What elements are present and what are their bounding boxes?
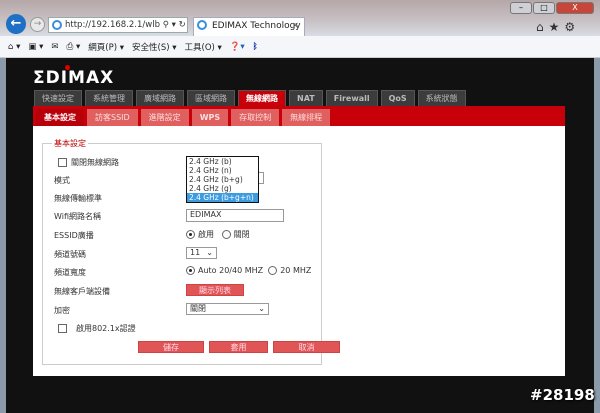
- subtab-wps[interactable]: WPS: [191, 109, 229, 126]
- address-bar[interactable]: http://192.168.2.1/wlb ⚲ ▾ ↻: [48, 17, 188, 33]
- minimize-button[interactable]: –: [510, 2, 532, 14]
- tab-nat[interactable]: NAT: [289, 90, 323, 106]
- edimax-logo: ΣDIMAX: [33, 65, 114, 88]
- standard-label: 無線傳輸標準: [54, 194, 102, 203]
- menu-safety[interactable]: 安全性(S) ▾: [132, 41, 177, 53]
- ie-icon: [197, 20, 207, 30]
- print-icon[interactable]: ⎙ ▾: [67, 42, 81, 52]
- gear-icon[interactable]: ⚙: [564, 20, 580, 34]
- tab-wan[interactable]: 廣域網路: [136, 90, 184, 106]
- option[interactable]: 2.4 GHz (b): [187, 157, 258, 166]
- main-nav: 快速設定 系統管理 廣域網路 區域網路 無線網路 NAT Firewall Qo…: [34, 90, 466, 107]
- maximize-button[interactable]: □: [533, 2, 555, 14]
- tab-system[interactable]: 系統管理: [85, 90, 133, 106]
- width-radio-group: Auto 20/40 MHZ 20 MHZ: [186, 266, 311, 275]
- bluetooth-icon[interactable]: ᛒ: [253, 42, 258, 52]
- menu-page[interactable]: 網頁(P) ▾: [88, 41, 124, 53]
- essid-radio-group: 啟用 關閉: [186, 229, 250, 240]
- chevron-down-icon: ⌄: [258, 304, 265, 313]
- search-icon[interactable]: ⚲ ▾ ↻: [163, 20, 186, 30]
- tab-qos[interactable]: QoS: [380, 90, 415, 106]
- subtab-schedule[interactable]: 無線排程: [282, 109, 331, 126]
- option[interactable]: 2.4 GHz (g): [187, 184, 258, 193]
- fieldset-legend: 基本設定: [52, 138, 88, 149]
- checkbox: [58, 324, 67, 333]
- option[interactable]: 2.4 GHz (b+g): [187, 175, 258, 184]
- save-button[interactable]: 儲存: [138, 341, 204, 353]
- back-button[interactable]: ←: [6, 14, 26, 34]
- show-list-button[interactable]: 顯示列表: [186, 284, 244, 296]
- menu-tools[interactable]: 工具(O) ▾: [185, 41, 222, 53]
- standard-dropdown-list[interactable]: 2.4 GHz (b) 2.4 GHz (n) 2.4 GHz (b+g) 2.…: [186, 156, 259, 203]
- width-auto-radio[interactable]: [186, 266, 195, 275]
- mode-label: 模式: [54, 176, 70, 185]
- sub-nav: 基本設定 訪客SSID 進階設定 WPS 存取控制 無線排程: [33, 106, 565, 126]
- close-tab-icon[interactable]: ×: [291, 18, 299, 35]
- option-selected[interactable]: 2.4 GHz (b+g+n): [187, 193, 258, 202]
- ssid-input[interactable]: EDIMAX: [186, 209, 284, 222]
- watermark: #28198: [530, 386, 595, 404]
- browser-tab[interactable]: EDIMAX Technology ×: [193, 17, 305, 36]
- channel-width-label: 頻道寬度: [54, 268, 86, 277]
- encryption-label: 加密: [54, 306, 70, 315]
- channel-select[interactable]: 11 ⌄: [186, 247, 217, 259]
- home-icon[interactable]: ⌂: [536, 20, 549, 34]
- feed-icon[interactable]: ▣ ▾: [28, 42, 43, 52]
- disable-wireless-checkbox[interactable]: 關閉無線網路: [58, 157, 119, 168]
- encryption-select[interactable]: 關閉 ⌄: [186, 303, 269, 315]
- clients-label: 無線客戶端設備: [54, 287, 110, 296]
- favorites-icon[interactable]: ★: [549, 20, 565, 34]
- mail-icon[interactable]: ✉: [51, 42, 58, 52]
- essid-label: ESSID廣播: [54, 231, 94, 240]
- chevron-down-icon: ⌄: [206, 248, 213, 257]
- forward-button[interactable]: →: [30, 17, 45, 32]
- channel-label: 頻道號碼: [54, 250, 86, 259]
- window-controls: – □ X: [458, 2, 594, 16]
- ie-icon: [52, 20, 62, 30]
- tab-firewall[interactable]: Firewall: [325, 90, 378, 106]
- tab-wireless[interactable]: 無線網路: [238, 90, 286, 107]
- apply-button[interactable]: 套用: [209, 341, 268, 353]
- tab-status[interactable]: 系統狀態: [417, 90, 466, 106]
- option[interactable]: 2.4 GHz (n): [187, 166, 258, 175]
- browser-right-icons: ⌂★⚙: [536, 20, 580, 34]
- home-icon[interactable]: ⌂ ▾: [8, 42, 20, 52]
- subtab-basic[interactable]: 基本設定: [36, 109, 84, 126]
- help-icon[interactable]: ❓▾: [230, 42, 245, 52]
- tab-lan[interactable]: 區域網路: [187, 90, 235, 106]
- subtab-guest-ssid[interactable]: 訪客SSID: [87, 109, 138, 126]
- subtab-advanced[interactable]: 進階設定: [140, 109, 189, 126]
- essid-disable-radio[interactable]: [221, 230, 231, 239]
- close-button[interactable]: X: [556, 2, 594, 14]
- checkbox: [58, 158, 67, 167]
- width-20-radio[interactable]: [268, 266, 278, 275]
- cancel-button[interactable]: 取消: [273, 341, 340, 353]
- ssid-label: Wifi網路名稱: [54, 212, 101, 221]
- tab-quick-setup[interactable]: 快速設定: [34, 90, 82, 106]
- subtab-access-control[interactable]: 存取控制: [231, 109, 280, 126]
- enable-8021x-checkbox[interactable]: 啟用802.1x認證: [58, 323, 136, 334]
- essid-enable-radio[interactable]: [186, 230, 195, 239]
- command-bar: ⌂ ▾ ▣ ▾ ✉ ⎙ ▾ 網頁(P) ▾ 安全性(S) ▾ 工具(O) ▾ ❓…: [0, 36, 600, 58]
